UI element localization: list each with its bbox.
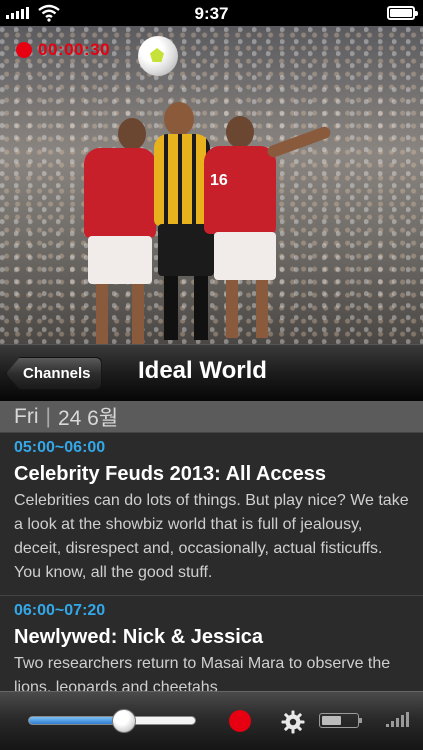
- recording-indicator: 00:00:30: [16, 40, 110, 60]
- video-player[interactable]: 00:00:30 16: [0, 26, 423, 344]
- program-title: Celebrity Feuds 2013: All Access: [14, 463, 326, 485]
- program-item[interactable]: 05:00~06:00 Celebrity Feuds 2013: All Ac…: [0, 433, 423, 596]
- player-right: 16: [196, 116, 336, 344]
- record-button[interactable]: [229, 710, 251, 732]
- bottom-toolbar: [0, 691, 423, 750]
- program-time: 05:00~06:00: [14, 439, 106, 456]
- channels-back-label: Channels: [23, 365, 91, 382]
- status-bar: 9:37: [0, 0, 423, 26]
- status-time: 9:37: [194, 4, 229, 23]
- channel-header: Channels Ideal World: [0, 344, 423, 401]
- date-bar: Fri | 24 6월: [0, 401, 423, 433]
- volume-slider[interactable]: [28, 709, 196, 733]
- battery-icon: [387, 6, 418, 20]
- volume-slider-thumb[interactable]: [111, 709, 136, 733]
- date-value: 24 6월: [57, 406, 119, 430]
- volume-slider-fill: [29, 717, 124, 724]
- program-list[interactable]: 05:00~06:00 Celebrity Feuds 2013: All Ac…: [0, 433, 423, 691]
- gear-icon[interactable]: [281, 710, 305, 734]
- recording-time: 00:00:30: [38, 40, 111, 59]
- program-description: Two researchers return to Masai Mara to …: [14, 655, 391, 691]
- battery-icon: [319, 713, 362, 728]
- date-day: Fri: [14, 404, 39, 428]
- date-separator: |: [45, 404, 51, 428]
- soccer-ball-icon: [138, 36, 178, 76]
- program-description: Celebrities can do lots of things. But p…: [14, 492, 409, 581]
- program-time: 06:00~07:20: [14, 602, 106, 619]
- channels-back-button[interactable]: Channels: [6, 357, 102, 390]
- program-item[interactable]: 06:00~07:20 Newlywed: Nick & Jessica Two…: [0, 596, 423, 691]
- record-icon: [16, 42, 32, 58]
- signal-strength-icon: [386, 712, 409, 727]
- jersey-number: 16: [210, 172, 228, 189]
- program-title: Newlywed: Nick & Jessica: [14, 626, 264, 648]
- channel-title: Ideal World: [138, 357, 267, 384]
